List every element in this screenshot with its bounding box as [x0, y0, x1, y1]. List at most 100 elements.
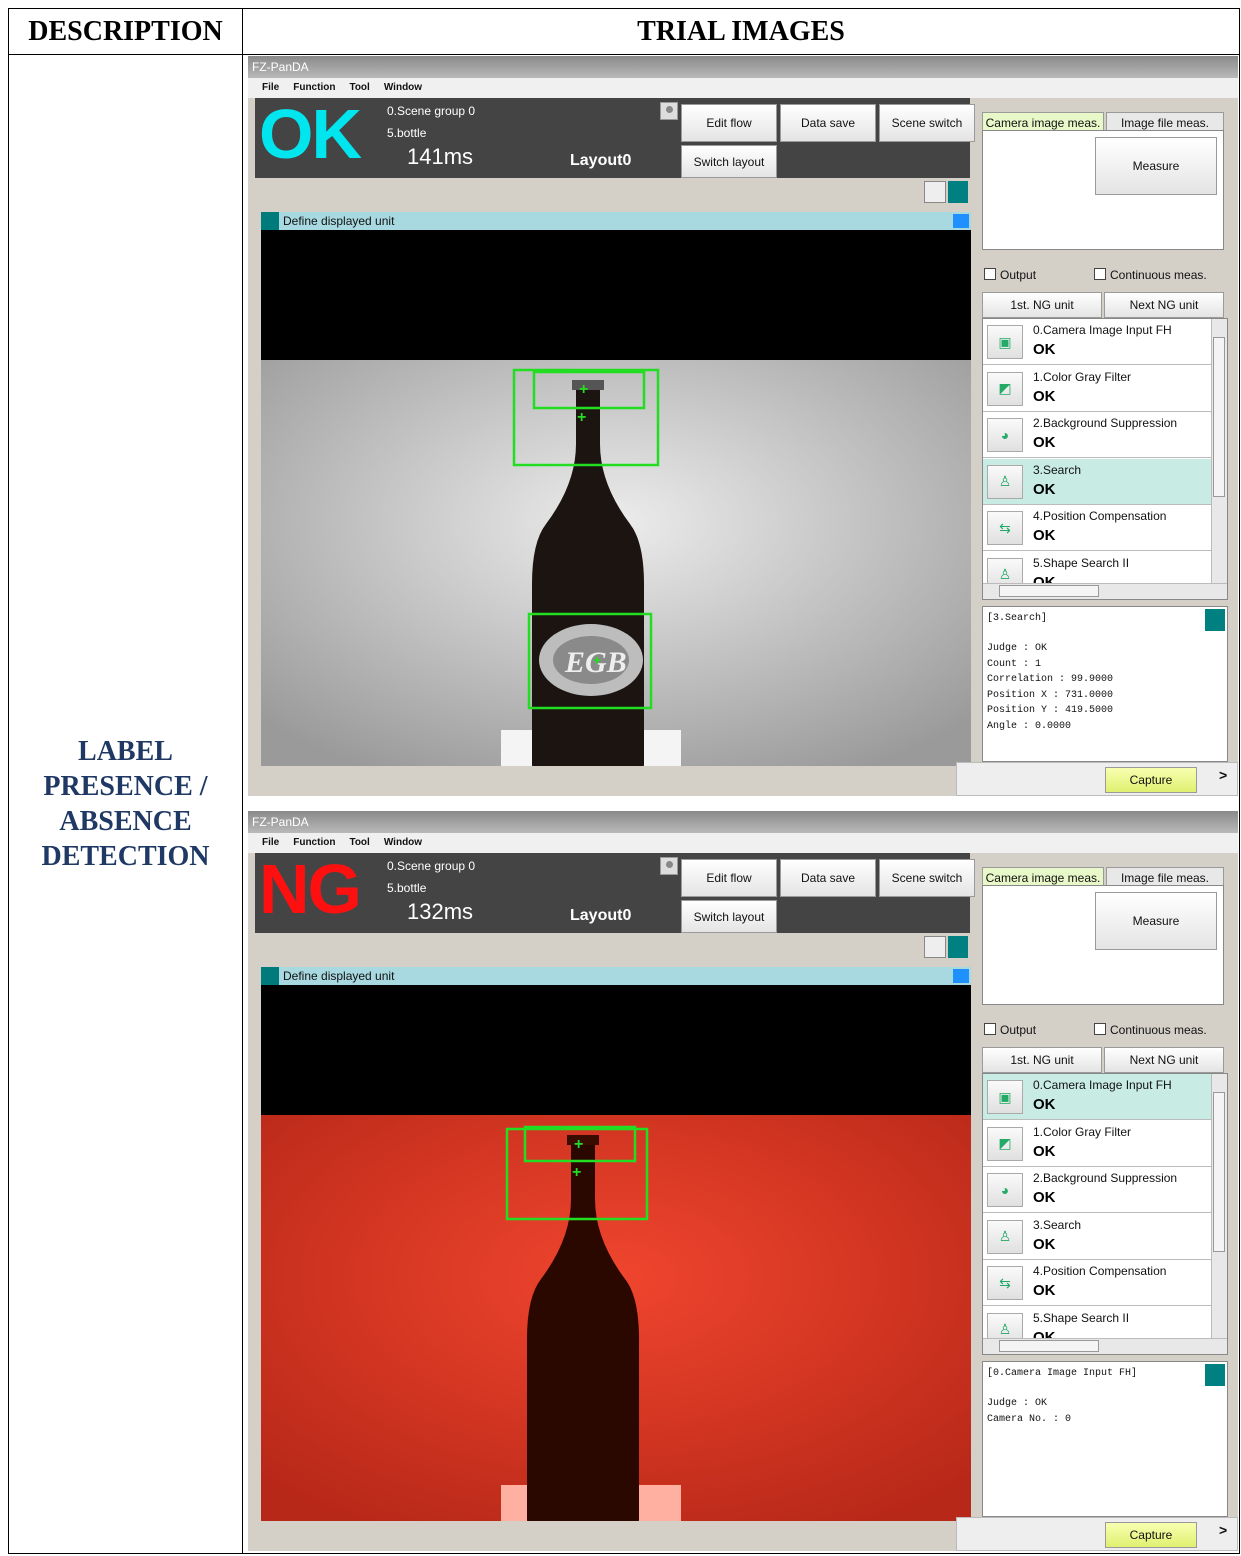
unit-row[interactable]: ♙ 3.Search OK — [983, 458, 1211, 505]
unit-judge: OK — [1033, 1189, 1056, 1206]
unit-icon: ◩ — [987, 1126, 1023, 1161]
continuous-label: Continuous meas. — [1110, 268, 1207, 282]
unit-row[interactable]: ♙ 3.Search OK — [983, 1213, 1211, 1260]
menu-file[interactable]: File — [262, 837, 279, 848]
chevron-right-icon[interactable]: > — [1219, 767, 1227, 783]
unit-name: 2.Background Suppression — [1033, 416, 1178, 430]
chevron-right-icon[interactable]: > — [1219, 1522, 1227, 1538]
measure-area: Measure — [982, 130, 1224, 250]
unit-name: 4.Position Compensation — [1033, 1264, 1167, 1278]
unit-row[interactable]: ⇆ 4.Position Compensation OK — [983, 505, 1211, 551]
svg-text:+: + — [593, 652, 601, 668]
data-save-button[interactable]: Data save — [780, 859, 876, 897]
unit-row[interactable]: ◕ 2.Background Suppression OK — [983, 412, 1211, 458]
output-checkbox-box[interactable] — [984, 268, 996, 280]
menu-tool[interactable]: Tool — [349, 837, 369, 848]
displayed-unit-bar[interactable]: Define displayed unit — [261, 212, 971, 230]
continuous-checkbox-box[interactable] — [1094, 268, 1106, 280]
continuous-meas-checkbox[interactable]: Continuous meas. — [1094, 268, 1207, 282]
user-icon[interactable] — [660, 102, 678, 120]
unit-row[interactable]: ◩ 1.Color Gray Filter OK — [983, 1120, 1211, 1167]
measure-button[interactable]: Measure — [1095, 137, 1217, 195]
unit-icon: ◩ — [987, 371, 1023, 406]
unit-name: 4.Position Compensation — [1033, 509, 1167, 523]
unit-row[interactable]: ▣ 0.Camera Image Input FH OK — [983, 1074, 1211, 1120]
unit-judge: OK — [1033, 387, 1056, 405]
unit-name: 1.Color Gray Filter — [1033, 369, 1132, 384]
unit-list-vscroll[interactable] — [1211, 319, 1227, 583]
unit-detail-panel: [0.Camera Image Input FH] Judge : OK Came… — [982, 1361, 1228, 1517]
svg-text:+: + — [574, 1136, 583, 1153]
trial-images-header: TRIAL IMAGES — [243, 9, 1239, 55]
output-label: Output — [1000, 268, 1037, 282]
output-checkbox[interactable]: Output — [984, 1023, 1036, 1037]
scene-switch-button[interactable]: Scene switch — [879, 104, 975, 142]
first-ng-unit-button[interactable]: 1st. NG unit — [982, 292, 1102, 318]
menu-tool[interactable]: Tool — [349, 82, 369, 93]
unit-list-vscroll[interactable] — [1211, 1074, 1227, 1338]
capture-button[interactable]: Capture — [1105, 767, 1197, 793]
menu-window[interactable]: Window — [384, 82, 422, 93]
user-icon[interactable] — [660, 857, 678, 875]
unit-row[interactable]: ⇆ 4.Position Compensation OK — [983, 1260, 1211, 1306]
svg-text:+: + — [577, 409, 586, 426]
camera-image-svg: ++ЕGB+ — [261, 360, 971, 766]
expand-icon[interactable] — [953, 214, 969, 228]
unit-list-hscroll[interactable] — [983, 1338, 1227, 1354]
menu-file[interactable]: File — [262, 82, 279, 93]
control-panel: Camera image meas. Image file meas. Meas… — [978, 108, 1228, 762]
unit-row[interactable]: ◩ 1.Color Gray Filter OK — [983, 365, 1211, 412]
display-color-swatch — [948, 936, 968, 958]
next-ng-unit-button[interactable]: Next NG unit — [1104, 292, 1224, 318]
display-toolbar — [255, 178, 970, 206]
unit-color-swatch — [261, 212, 279, 230]
unit-icon: ♙ — [987, 1219, 1023, 1254]
trial-screenshot-ng: FZ-PanDA File Function Tool Window NG 0.Sce… — [248, 811, 1238, 1551]
hscroll-thumb[interactable] — [999, 585, 1099, 597]
edit-flow-button[interactable]: Edit flow — [681, 104, 777, 142]
capture-button[interactable]: Capture — [1105, 1522, 1197, 1548]
continuous-checkbox-box[interactable] — [1094, 1023, 1106, 1035]
menu-function[interactable]: Function — [293, 82, 335, 93]
display-settings-icon[interactable] — [924, 936, 946, 958]
display-settings-icon[interactable] — [924, 181, 946, 203]
processing-time: 141ms — [407, 144, 474, 169]
display-toolbar — [255, 933, 970, 961]
unit-row[interactable]: ◕ 2.Background Suppression OK — [983, 1167, 1211, 1213]
detail-line: Correlation : 99.9000 — [987, 674, 1114, 685]
capture-bar: Capture > — [956, 1517, 1238, 1551]
output-checkbox[interactable]: Output — [984, 268, 1036, 282]
detail-line: Camera No. : 0 — [987, 1413, 1072, 1425]
scene-label: 5.bottle — [387, 881, 427, 895]
unit-name: 1.Color Gray Filter — [1033, 1124, 1132, 1139]
scene-label: 5.bottle — [387, 126, 427, 140]
expand-icon[interactable] — [953, 969, 969, 983]
scene-switch-button[interactable]: Scene switch — [879, 859, 975, 897]
unit-judge: OK — [1033, 1142, 1056, 1160]
camera-image: + + — [261, 1115, 971, 1521]
switch-layout-button[interactable]: Switch layout — [681, 145, 777, 178]
unit-icon: ⇆ — [987, 1266, 1023, 1300]
unit-row[interactable]: ▣ 0.Camera Image Input FH OK — [983, 319, 1211, 365]
switch-layout-button[interactable]: Switch layout — [681, 900, 777, 933]
menu-function[interactable]: Function — [293, 837, 335, 848]
detail-line: Position Y : 419.5000 — [987, 705, 1114, 716]
first-ng-unit-button[interactable]: 1st. NG unit — [982, 1047, 1102, 1073]
menu-window[interactable]: Window — [384, 837, 422, 848]
edit-flow-button[interactable]: Edit flow — [681, 859, 777, 897]
continuous-meas-checkbox[interactable]: Continuous meas. — [1094, 1023, 1207, 1037]
processing-time: 132ms — [407, 899, 474, 924]
data-save-button[interactable]: Data save — [780, 104, 876, 142]
vscroll-thumb[interactable] — [1213, 337, 1225, 497]
measure-button[interactable]: Measure — [1095, 892, 1217, 950]
hscroll-thumb[interactable] — [999, 1340, 1099, 1352]
overall-judge: NG — [259, 850, 362, 928]
unit-list-hscroll[interactable] — [983, 583, 1227, 599]
camera-image-svg: ++ — [261, 1115, 971, 1521]
next-ng-unit-button[interactable]: Next NG unit — [1104, 1047, 1224, 1073]
unit-judge: OK — [1033, 1282, 1056, 1299]
menu-bar: File Function Tool Window — [248, 833, 1238, 853]
vscroll-thumb[interactable] — [1213, 1092, 1225, 1252]
output-checkbox-box[interactable] — [984, 1023, 996, 1035]
displayed-unit-bar[interactable]: Define displayed unit — [261, 967, 971, 985]
